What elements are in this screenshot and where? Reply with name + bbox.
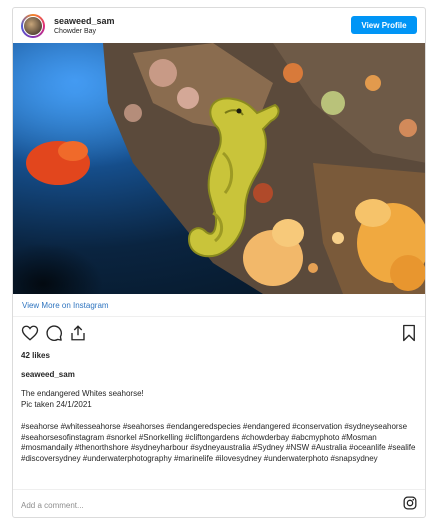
divider bbox=[13, 489, 425, 490]
caption-text: The endangered Whites seahorse! bbox=[21, 389, 144, 398]
heart-icon[interactable] bbox=[21, 324, 39, 342]
view-profile-button[interactable]: View Profile bbox=[351, 16, 417, 34]
share-icon[interactable] bbox=[69, 324, 87, 342]
divider bbox=[13, 316, 425, 317]
bookmark-icon[interactable] bbox=[401, 324, 417, 342]
caption-hashtags: #seahorse #whitesseahorse #seahorses #en… bbox=[21, 422, 416, 463]
post-image[interactable] bbox=[13, 43, 425, 294]
likes-count[interactable]: 42 likes bbox=[21, 351, 50, 360]
post-header: seaweed_sam Chowder Bay View Profile bbox=[13, 8, 425, 44]
caption-date: Pic taken 24/1/2021 bbox=[21, 400, 92, 409]
comment-input[interactable]: Add a comment... bbox=[21, 501, 84, 510]
avatar-image bbox=[23, 16, 43, 36]
action-bar bbox=[13, 324, 425, 346]
caption-username[interactable]: seaweed_sam bbox=[21, 370, 75, 379]
view-more-link[interactable]: View More on Instagram bbox=[22, 301, 109, 310]
comment-icon[interactable] bbox=[45, 324, 63, 342]
seahorse-photo bbox=[13, 43, 425, 294]
username[interactable]: seaweed_sam bbox=[54, 16, 115, 26]
avatar[interactable] bbox=[21, 14, 45, 38]
instagram-embed-card: seaweed_sam Chowder Bay View Profile Vie… bbox=[12, 7, 426, 518]
instagram-icon[interactable] bbox=[403, 496, 417, 510]
location[interactable]: Chowder Bay bbox=[54, 28, 96, 35]
